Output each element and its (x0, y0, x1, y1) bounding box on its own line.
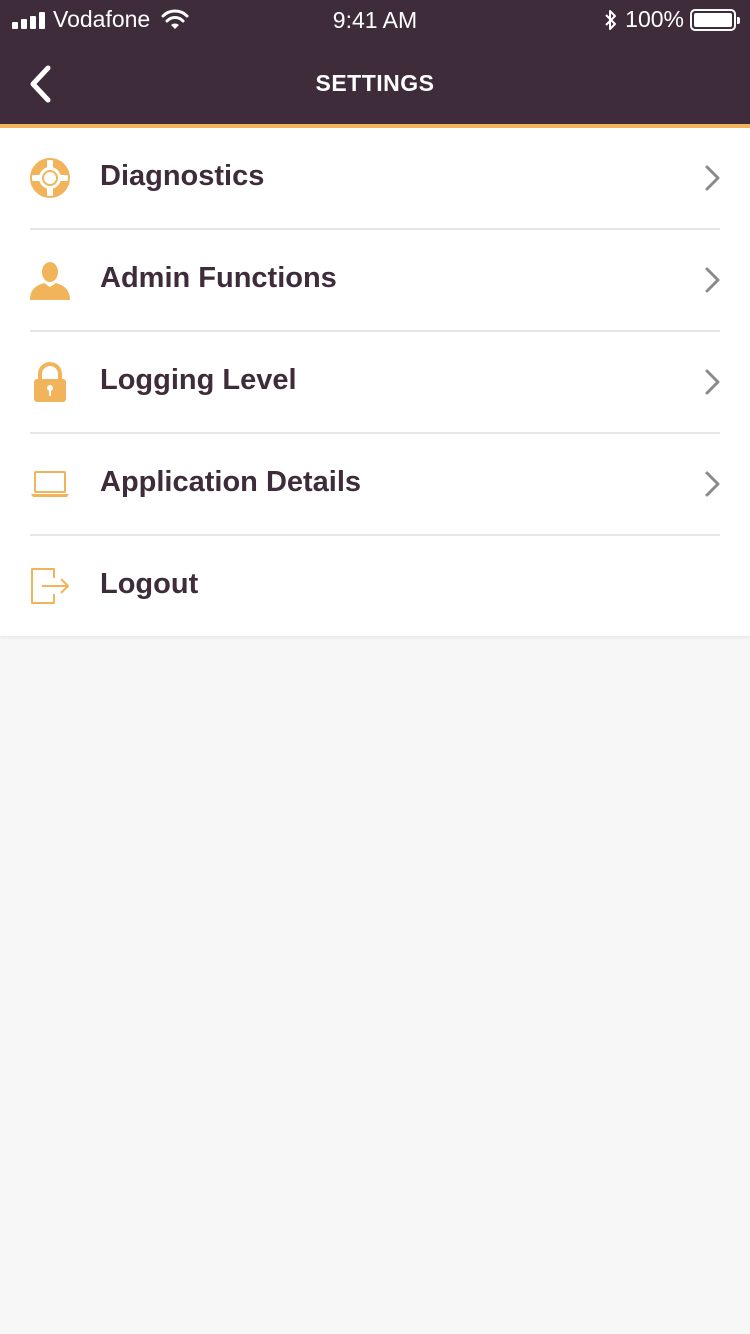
user-icon (30, 262, 70, 300)
battery-percent: 100% (625, 6, 684, 32)
status-bar: Vodafone 9:41 AM 100% (0, 0, 750, 40)
settings-item-logout[interactable]: Logout (0, 536, 750, 636)
chevron-right-icon (705, 267, 720, 293)
settings-item-label: Admin Functions (100, 262, 337, 294)
settings-item-label: Logout (100, 568, 199, 600)
settings-item-label: Diagnostics (100, 160, 265, 192)
screen: Vodafone 9:41 AM 100% SETTINGS Diagnosti… (0, 0, 750, 1334)
chevron-right-icon (705, 471, 720, 497)
status-right: 100% (603, 6, 740, 33)
battery-icon (690, 8, 740, 31)
nav-bar: SETTINGS (0, 40, 750, 124)
battery-fill (694, 12, 732, 27)
laptop-icon (31, 471, 69, 497)
settings-item-logging-level[interactable]: Logging Level (0, 332, 750, 434)
lock-icon (34, 362, 66, 402)
header-bar: Vodafone 9:41 AM 100% SETTINGS (0, 0, 750, 128)
settings-item-admin-functions[interactable]: Admin Functions (0, 230, 750, 332)
settings-item-label: Application Details (100, 466, 362, 498)
settings-item-application-details[interactable]: Application Details (0, 434, 750, 536)
page-title: SETTINGS (315, 70, 435, 96)
chevron-right-icon (705, 165, 720, 191)
chevron-right-icon (705, 369, 720, 395)
lifebuoy-icon (30, 158, 70, 198)
settings-item-label: Logging Level (100, 364, 297, 396)
settings-item-diagnostics[interactable]: Diagnostics (0, 128, 750, 230)
logout-icon (31, 568, 69, 604)
settings-list: Diagnostics Admin Functions Logging Leve… (0, 128, 750, 636)
bluetooth-icon (605, 9, 617, 30)
